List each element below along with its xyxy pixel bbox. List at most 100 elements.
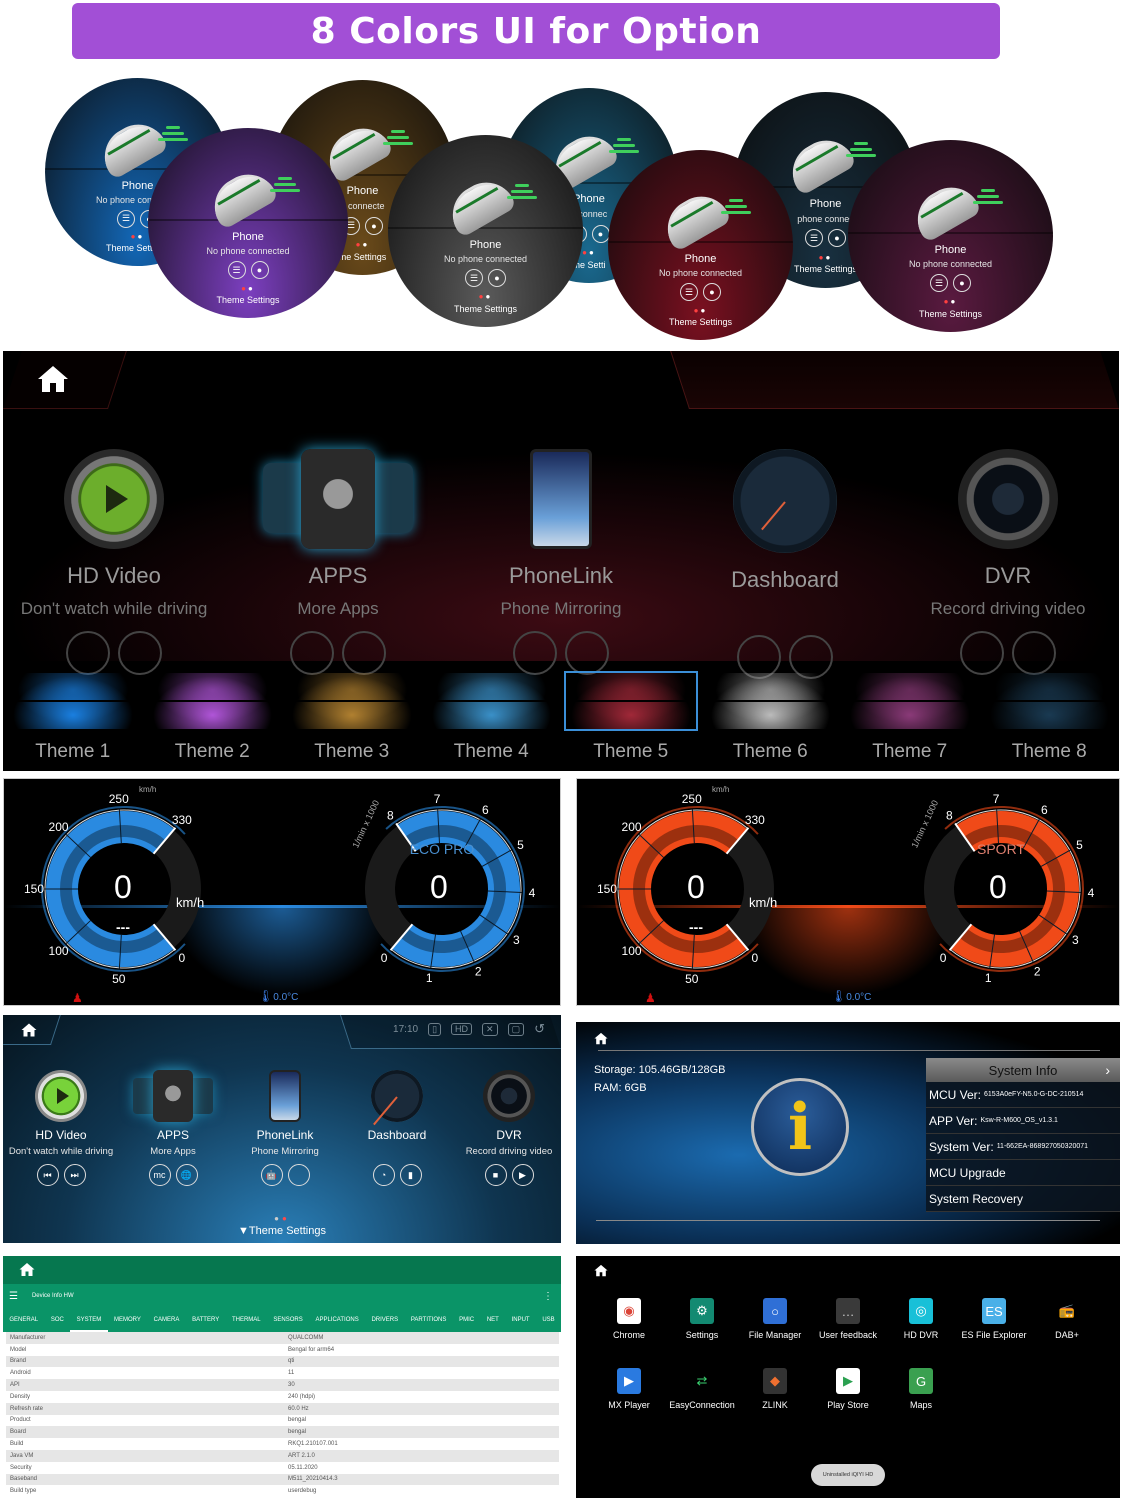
app-dvr[interactable]: DVR Record driving video <box>903 449 1113 675</box>
system-info-row[interactable]: MCU Upgrade <box>926 1160 1120 1186</box>
app-hd-video[interactable]: HD Video Don't watch while driving <box>9 449 219 675</box>
app-mx-player[interactable]: ▶ MX Player <box>589 1368 669 1410</box>
tab-soc[interactable]: SOC <box>44 1308 70 1332</box>
app-dashboard[interactable]: Dashboard ◔ ▮ <box>341 1070 453 1186</box>
contact-icon[interactable]: ● <box>591 224 610 243</box>
horizon-line <box>608 241 793 244</box>
theme-settings-link[interactable]: Theme Settings <box>148 295 348 305</box>
tab-memory[interactable]: MEMORY <box>108 1308 148 1332</box>
gauge-tick-label: 100 <box>49 944 69 958</box>
system-info-menu: System Info › MCU Ver: 6153A0eFY-N5.0-G-D… <box>926 1058 1120 1212</box>
app-actions: 🤖 <box>229 1164 341 1186</box>
tab-system[interactable]: SYSTEM <box>70 1308 108 1332</box>
app-label: APPS <box>308 563 368 588</box>
equalizer-icon[interactable]: ▮ <box>399 1164 422 1186</box>
theme-option-8[interactable]: Theme 8 <box>980 669 1120 771</box>
app-es-file-explorer[interactable]: ES ES File Explorer <box>954 1298 1034 1340</box>
app-phonelink[interactable]: PhoneLink Phone Mirroring 🤖 <box>229 1070 341 1186</box>
app-settings[interactable]: ⚙ Settings <box>662 1298 742 1340</box>
contacts-list-icon[interactable]: ☰ <box>465 269 483 288</box>
tab-drivers[interactable]: DRIVERS <box>365 1308 404 1332</box>
apple-icon[interactable] <box>287 1164 310 1186</box>
next-icon[interactable]: ⏭ <box>63 1164 86 1186</box>
contacts-list-icon[interactable]: ☰ <box>930 274 948 293</box>
app-actions: ◔ ▮ <box>341 1164 453 1186</box>
app-hd-video[interactable]: HD Video Don't watch while driving ⏮ ⏭ <box>5 1070 117 1186</box>
home-icon[interactable] <box>594 1264 608 1277</box>
app-chrome[interactable]: ◉ Chrome <box>589 1298 669 1340</box>
home-icon[interactable] <box>21 1023 37 1037</box>
play-icon[interactable]: ▶ <box>511 1164 534 1186</box>
app-phonelink[interactable]: PhoneLink Phone Mirroring <box>456 449 666 675</box>
recent-apps-icon[interactable]: ▢ <box>507 1022 525 1036</box>
contact-icon[interactable]: ● <box>953 274 971 293</box>
instrument-cluster-eco-pro: 0 50 100 150 200 250 330 8 7 6 5 4 3 2 1 0 0 km/h --- km/h E… <box>3 778 561 1006</box>
system-info-header[interactable]: System Info › <box>926 1058 1120 1082</box>
contacts-list-icon[interactable]: ☰ <box>805 229 823 248</box>
close-app-icon[interactable]: ✕ <box>482 1022 498 1036</box>
contacts-list-icon[interactable]: ☰ <box>227 261 246 279</box>
theme-option-6[interactable]: Theme 6 <box>701 669 841 771</box>
tab-input[interactable]: INPUT <box>505 1308 536 1332</box>
contact-icon[interactable]: ● <box>828 229 846 248</box>
tab-usb[interactable]: USB <box>536 1308 561 1332</box>
back-icon[interactable]: ↺ <box>534 1021 545 1037</box>
gauge-icon[interactable]: ◔ <box>372 1164 395 1186</box>
theme-option-2[interactable]: Theme 2 <box>143 669 283 771</box>
tab-applications[interactable]: APPLICATIONS <box>309 1308 365 1332</box>
contacts-list-icon[interactable]: ☰ <box>680 283 698 301</box>
app-dashboard[interactable]: Dashboard <box>680 449 890 679</box>
android-icon[interactable]: 🤖 <box>260 1164 283 1186</box>
app-easyconnection[interactable]: ⇄ EasyConnection <box>662 1368 742 1410</box>
phonelink-icon <box>530 449 592 549</box>
system-info-row[interactable]: MCU Ver: 6153A0eFY-N5.0-G-DC-210514 <box>926 1082 1120 1108</box>
theme-option-5[interactable]: Theme 5 <box>561 669 701 771</box>
tab-net[interactable]: NET <box>480 1308 505 1332</box>
record-icon[interactable]: ■ <box>484 1164 507 1186</box>
system-info-row[interactable]: System Recovery <box>926 1186 1120 1212</box>
browser-icon[interactable]: 🌐 <box>175 1164 198 1186</box>
contact-icon[interactable]: ● <box>250 261 269 279</box>
contact-icon[interactable]: ● <box>365 216 383 235</box>
tab-sensors[interactable]: SENSORS <box>267 1308 309 1332</box>
theme-settings-link[interactable]: ▼Theme Settings <box>3 1225 561 1237</box>
tab-pmic[interactable]: PMIC <box>453 1308 481 1332</box>
property-name: Product <box>10 1417 31 1424</box>
app-user-feedback[interactable]: … User feedback <box>808 1298 888 1340</box>
tab-camera[interactable]: CAMERA <box>147 1308 185 1332</box>
app-label: HD Video <box>35 1128 87 1142</box>
tab-thermal[interactable]: THERMAL <box>226 1308 267 1332</box>
theme-settings-link[interactable]: Theme Settings <box>848 309 1053 319</box>
theme-option-1[interactable]: Theme 1 <box>3 669 143 771</box>
theme-settings-link[interactable]: Theme Settings <box>388 304 583 314</box>
app-dvr[interactable]: DVR Record driving video ■ ▶ <box>453 1070 561 1186</box>
tab-partitions[interactable]: PARTITIONS <box>405 1308 453 1332</box>
more-options-icon[interactable]: ⋮ <box>543 1291 553 1302</box>
mc-icon[interactable]: mc <box>148 1164 171 1186</box>
home-icon[interactable] <box>37 365 69 393</box>
app-apps[interactable]: APPS More Apps mc 🌐 <box>117 1070 229 1186</box>
app-dab-[interactable]: 📻 DAB+ <box>1027 1298 1107 1340</box>
tab-general[interactable]: GENERAL <box>3 1308 44 1332</box>
home-icon[interactable] <box>19 1262 35 1277</box>
theme-option-4[interactable]: Theme 4 <box>422 669 562 771</box>
contacts-list-icon[interactable]: ☰ <box>117 209 135 228</box>
app-subtitle: Don't watch while driving <box>20 599 208 618</box>
app-apps[interactable]: APPS More Apps <box>233 449 443 675</box>
theme-option-3[interactable]: Theme 3 <box>282 669 422 771</box>
theme-option-7[interactable]: Theme 7 <box>840 669 980 771</box>
app-hd-dvr[interactable]: ◎ HD DVR <box>881 1298 961 1340</box>
contact-icon[interactable]: ● <box>703 283 721 301</box>
theme-settings-link[interactable]: Theme Settings <box>608 317 793 327</box>
contact-icon[interactable]: ● <box>488 269 506 288</box>
previous-icon[interactable]: ⏮ <box>36 1164 59 1186</box>
system-info-row[interactable]: APP Ver: Ksw-R-M600_OS_v1.3.1 <box>926 1108 1120 1134</box>
app-file-manager[interactable]: ○ File Manager <box>735 1298 815 1340</box>
system-info-row[interactable]: System Ver: 11-662EA-868927050320071 <box>926 1134 1120 1160</box>
tab-battery[interactable]: BATTERY <box>186 1308 226 1332</box>
app-maps[interactable]: G Maps <box>881 1368 961 1410</box>
app-play-store[interactable]: ▶ Play Store <box>808 1368 888 1410</box>
home-icon[interactable] <box>594 1032 608 1045</box>
menu-icon[interactable]: ☰ <box>9 1291 18 1302</box>
app-zlink[interactable]: ◆ ZLINK <box>735 1368 815 1410</box>
